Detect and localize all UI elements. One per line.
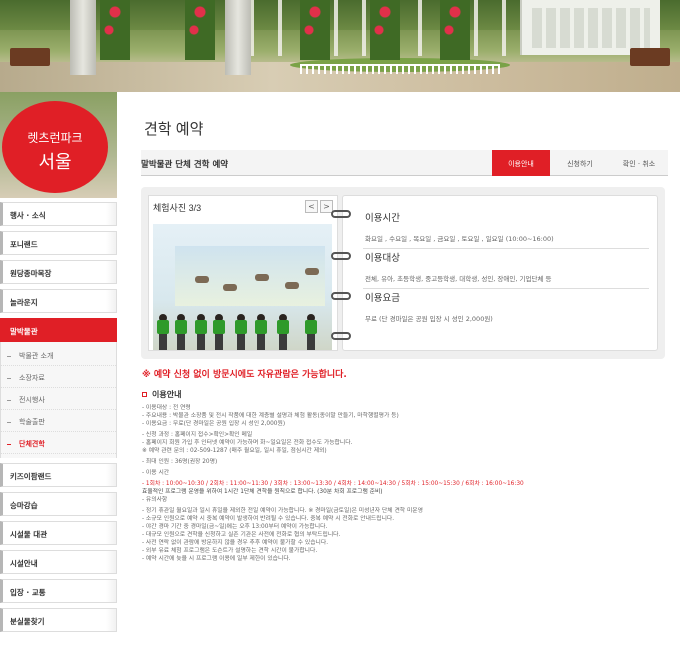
info-panel: 체험사진 3/3 < > 이용시간 화요일 , 수요일 , 목요일 , 금요일 … <box>141 187 665 359</box>
guide-line: - 이용대상 : 전 연령 <box>142 405 191 411</box>
binder-ring-icon <box>331 210 351 218</box>
page-title: 견학 예약 <box>144 121 204 138</box>
main-content: 견학 예약 말박물관 단체 견학 예약 이용안내 신청하기 확인 · 취소 체험… <box>120 92 680 651</box>
sidebar-item-kids-farm[interactable]: 키즈이팜랜드 <box>0 463 117 487</box>
guide-line: - 예약 시간에 늦을 시 프로그램 이용에 일부 제한이 있습니다. <box>142 556 291 562</box>
sidebar-item-facility-rental[interactable]: 시설물 대관 <box>0 521 117 545</box>
submenu-item-exhibition[interactable]: 전시행사 <box>1 388 116 410</box>
free-visit-notice: ※ 예약 신청 없이 방문시에도 자유관람은 가능합니다. <box>142 370 347 380</box>
tab-apply[interactable]: 신청하기 <box>551 150 609 176</box>
submenu-item-collection[interactable]: 소장자료 <box>1 366 116 388</box>
square-bullet-icon <box>142 392 147 397</box>
guide-line: - 이용요금 : 무료(단 경마일은 공원 입장 시 성인 2,000원) <box>142 421 286 427</box>
submenu-item-publication[interactable]: 학술출판 <box>1 410 116 432</box>
binder-ring-icon <box>331 252 351 260</box>
guide-line: - 홈페이지 회원 가입 후 인터넷 예약이 가능하며 화~일요일은 전화 접수… <box>142 440 353 446</box>
guide-line: - 1회차 : 10:00~10:30 / 2회차 : 11:00~11:30 … <box>142 481 524 487</box>
sidebar-photo: 렛츠런파크 서울 <box>0 92 117 198</box>
guide-line: - 대규모 인원으로 견학을 신청하고 실존 기관은 사전에 전화로 협의 부탁… <box>142 532 341 538</box>
info-fee: 이용요금 무료 (단 경마일은 공원 입장 시 성인 2,000원) <box>365 293 493 323</box>
guide-line: - 야간 경마 기간 중 경마일(금~일)에는 오후 13:00부터 예약이 가… <box>142 524 328 530</box>
sidebar-item-admission[interactable]: 입장 · 교통 <box>0 579 117 603</box>
header-photo <box>0 0 680 92</box>
guide-line: - 정기 휴관일 월요일과 일시 휴일을 제외한 전일 예약이 가능합니다. ※… <box>142 508 423 514</box>
guide-line: - 주요내용 : 박물관 소장품 및 전시 작품에 대한 계층별 설명과 체험 … <box>142 413 399 419</box>
section-title: 말박물관 단체 견학 예약 <box>141 160 229 170</box>
guide-line: - 유의사항 <box>142 497 168 503</box>
guide-line: - 사전 연락 없이 관람에 방문하지 않을 경우 추후 예약이 불가할 수 있… <box>142 540 329 546</box>
section-title-bar: 말박물관 단체 견학 예약 이용안내 신청하기 확인 · 취소 <box>141 150 668 176</box>
sidebar-item-lounge[interactable]: 놀라운지 <box>0 289 117 313</box>
info-hours: 이용시간 화요일 , 수요일 , 목요일 , 금요일 , 토요일 , 일요일 (… <box>365 213 554 243</box>
sidebar-item-riding-lessons[interactable]: 승마강습 <box>0 492 117 516</box>
guide-line: 효율적인 프로그램 운영을 위하여 1시간 1단체 견학을 원칙으로 합니다. … <box>142 489 383 495</box>
tab-usage-guide[interactable]: 이용안내 <box>492 150 550 176</box>
sidebar-submenu: 박물관 소개 소장자료 전시행사 학술출판 단체견학 <box>0 342 117 458</box>
binder-ring-icon <box>331 332 351 340</box>
sidebar-item-pony-land[interactable]: 포니랜드 <box>0 231 117 255</box>
guide-text: - 이용대상 : 전 연령 - 주요내용 : 박물관 소장품 및 전시 작품에 대… <box>142 404 672 563</box>
sidebar-item-facility-guide[interactable]: 시설안내 <box>0 550 117 574</box>
binder-ring-icon <box>331 292 351 300</box>
gallery-prev-button[interactable]: < <box>305 200 318 213</box>
gallery-title: 체험사진 3/3 <box>153 203 202 213</box>
experience-photo <box>153 224 332 350</box>
guide-line: - 신청 과정 : 홈페이지 접수>확인>확인 메일 <box>142 432 253 438</box>
guide-line: - 외부 유료 체험 프로그램은 도슨트가 설명하는 견학 시간이 불가합니다. <box>142 548 318 554</box>
sidebar-item-wondang-ranch[interactable]: 원당종마목장 <box>0 260 117 284</box>
sidebar-item-events[interactable]: 행사 · 소식 <box>0 202 117 226</box>
sidebar-menu: 행사 · 소식 포니랜드 원당종마목장 놀라운지 말박물관 박물관 소개 소장자… <box>0 202 117 637</box>
photo-gallery: 체험사진 3/3 < > <box>148 195 338 351</box>
guide-heading: 이용안내 <box>142 389 181 400</box>
submenu-item-intro[interactable]: 박물관 소개 <box>1 344 116 366</box>
guide-line: ※ 예약 관련 문의 : 02-509-1287 (매주 월요일, 일시 휴일,… <box>142 448 327 454</box>
park-logo[interactable]: 렛츠런파크 서울 <box>2 101 108 193</box>
tab-confirm-cancel[interactable]: 확인 · 취소 <box>610 150 668 176</box>
sidebar-item-horse-museum[interactable]: 말박물관 <box>0 318 117 342</box>
sidebar-item-lost-found[interactable]: 분실물찾기 <box>0 608 117 632</box>
info-target: 이용대상 전체, 유아, 초등학생, 중고등학생, 대학생, 성인, 장애인, … <box>365 253 552 283</box>
submenu-item-group-tour[interactable]: 단체견학 <box>1 432 116 454</box>
usage-info-card: 이용시간 화요일 , 수요일 , 목요일 , 금요일 , 토요일 , 일요일 (… <box>331 195 658 351</box>
sidebar: 렛츠런파크 서울 행사 · 소식 포니랜드 원당종마목장 놀라운지 말박물관 박… <box>0 92 117 651</box>
guide-line: - 최대 인원 : 36명(권장 20명) <box>142 459 218 465</box>
mural <box>175 246 325 306</box>
guide-line: - 소규모 인원으로 예약 시 중복 예약이 발생하여 반려될 수 있습니다. … <box>142 516 395 522</box>
guide-line: - 이용 시간 <box>142 470 170 476</box>
